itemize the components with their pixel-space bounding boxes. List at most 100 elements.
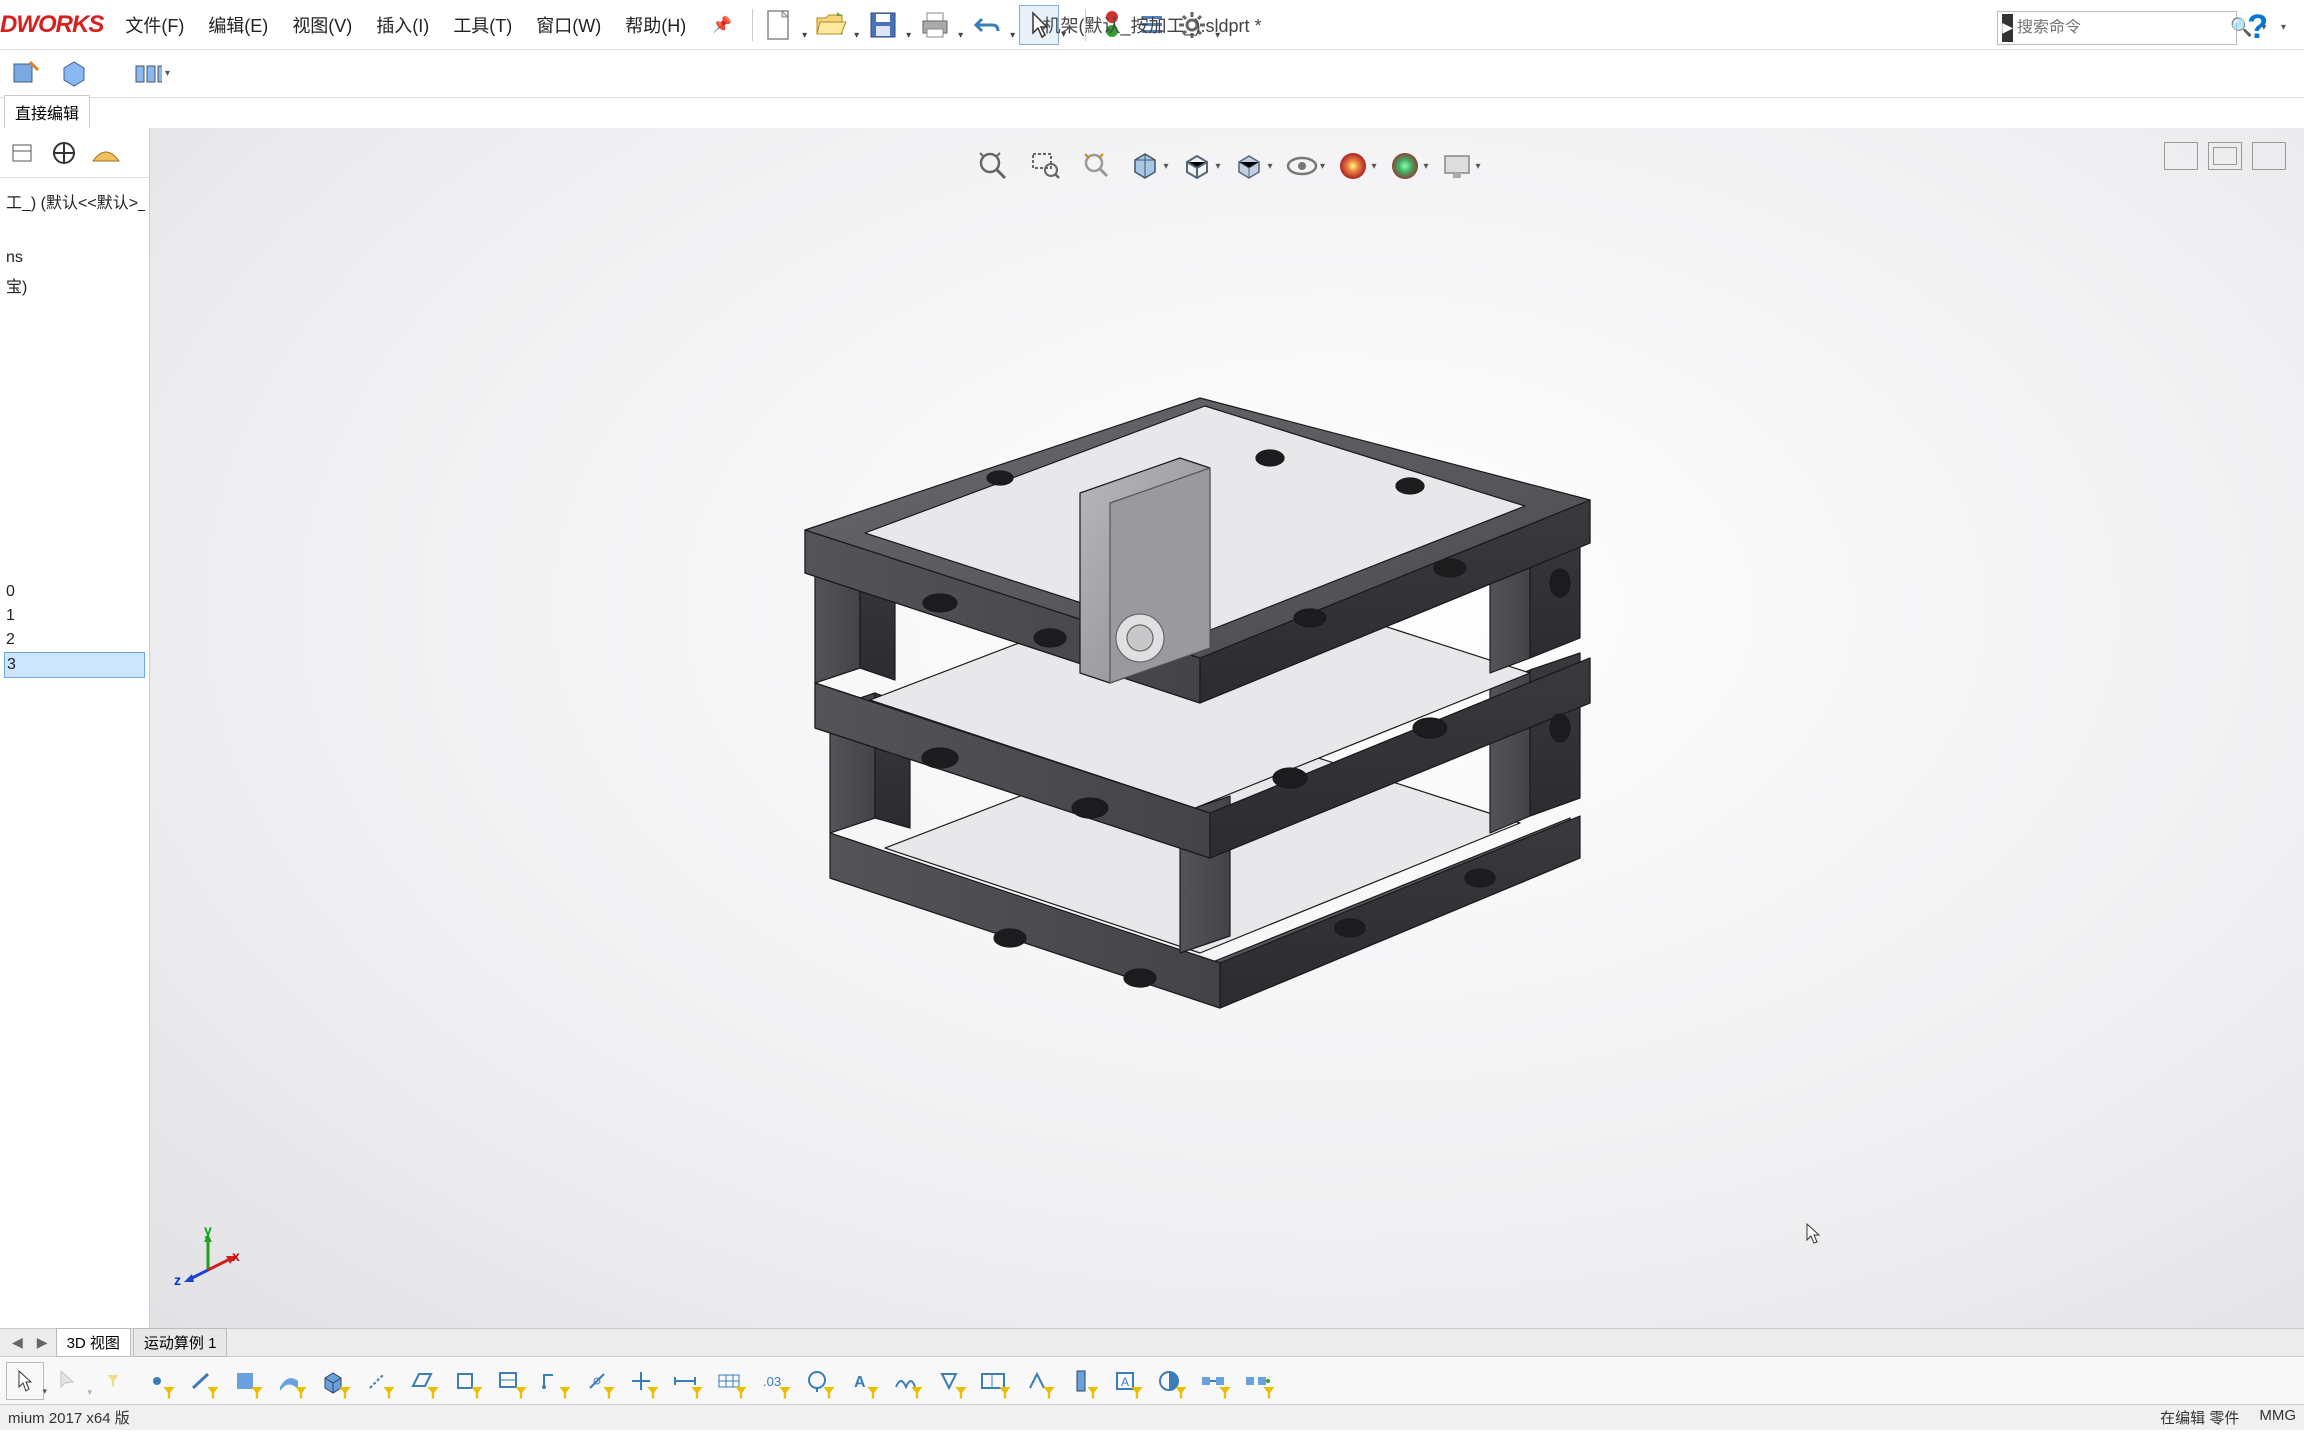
filter-halfsection-button[interactable] — [1150, 1362, 1188, 1400]
3d-model — [710, 338, 1660, 1138]
save-button[interactable] — [863, 5, 903, 45]
heads-up-toolbar — [963, 140, 1491, 192]
tree-item-selected[interactable]: 3 — [4, 652, 145, 678]
filter-axis-button[interactable] — [358, 1362, 396, 1400]
hide-show-icon[interactable] — [1285, 146, 1325, 186]
axis-y-label: y — [204, 1222, 212, 1238]
appearance-icon[interactable] — [1337, 146, 1377, 186]
status-bar: mium 2017 x64 版 在编辑 零件 MMG — [0, 1404, 2304, 1430]
svg-text:A: A — [854, 1374, 866, 1391]
menu-file[interactable]: 文件(F) — [113, 12, 196, 38]
previous-view-icon[interactable] — [1077, 146, 1117, 186]
filter-solid-button[interactable] — [314, 1362, 352, 1400]
orientation-triad[interactable]: y x z — [180, 1228, 240, 1288]
filter-centerline-button[interactable] — [578, 1362, 616, 1400]
filter-face-button[interactable] — [226, 1362, 264, 1400]
3d-viewport[interactable]: y x z — [150, 128, 2304, 1328]
filter-note-button[interactable]: .03 — [754, 1362, 792, 1400]
filter-balloon-button[interactable] — [798, 1362, 836, 1400]
menu-tools[interactable]: 工具(T) — [441, 12, 524, 38]
filter-cosmetic-button[interactable]: A — [1106, 1362, 1144, 1400]
open-document-button[interactable] — [811, 5, 851, 45]
undo-button[interactable] — [967, 5, 1007, 45]
filter-toolbar: .03 A A — [0, 1356, 2304, 1404]
scene-icon[interactable] — [1389, 146, 1429, 186]
status-edit-mode: 在编辑 零件 — [2160, 1407, 2239, 1428]
filter-midpoint-button[interactable] — [534, 1362, 572, 1400]
menu-insert[interactable]: 插入(I) — [364, 12, 441, 38]
filter-datum-button[interactable] — [930, 1362, 968, 1400]
pattern-button[interactable]: ▾ — [134, 56, 170, 92]
zoom-area-icon[interactable] — [1025, 146, 1065, 186]
filter-mate-button[interactable] — [1238, 1362, 1276, 1400]
viewport-buttons — [2164, 142, 2286, 170]
tree-display-icon[interactable] — [46, 135, 82, 171]
tab-3d-view[interactable]: 3D 视图 — [56, 1328, 131, 1357]
tree-root[interactable]: 工_) (默认<<默认>_显 — [4, 186, 145, 216]
select-cursor-button[interactable] — [6, 1362, 44, 1400]
filter-annotation-button[interactable]: A — [842, 1362, 880, 1400]
pin-icon[interactable]: 📌 — [698, 15, 746, 35]
mouse-cursor-icon — [1805, 1223, 1821, 1245]
tree-item[interactable]: ns — [4, 246, 145, 270]
menu-edit[interactable]: 编辑(E) — [196, 12, 280, 38]
section-view-icon[interactable] — [1129, 146, 1169, 186]
tree-item[interactable]: 2 — [4, 628, 145, 652]
help-button[interactable]: ? — [2243, 8, 2272, 47]
selection-filter-button[interactable] — [50, 1362, 88, 1400]
clear-filter-button[interactable] — [94, 1362, 132, 1400]
tree-filter-icon[interactable] — [4, 135, 40, 171]
filter-pattern-button[interactable] — [710, 1362, 748, 1400]
menu-bar: DWORKS 文件(F) 编辑(E) 视图(V) 插入(I) 工具(T) 窗口(… — [0, 0, 2304, 50]
filter-surface-button[interactable] — [270, 1362, 308, 1400]
tree-toolbar — [0, 128, 149, 178]
filter-sketchpoint-button[interactable] — [446, 1362, 484, 1400]
menu-help[interactable]: 帮助(H) — [613, 12, 698, 38]
axis-z-label: z — [174, 1272, 181, 1288]
menu-window[interactable]: 窗口(W) — [524, 12, 613, 38]
tab-scroll-left-icon[interactable]: ◀ — [6, 1334, 29, 1351]
search-scope-icon[interactable]: ▶ — [2002, 14, 2013, 42]
tree-appearance-icon[interactable] — [88, 135, 124, 171]
app-logo: DWORKS — [0, 11, 113, 39]
print-button[interactable] — [915, 5, 955, 45]
filter-connection-button[interactable] — [1194, 1362, 1232, 1400]
view-orientation-icon[interactable] — [1181, 146, 1221, 186]
tab-motion-study[interactable]: 运动算例 1 — [133, 1328, 228, 1357]
tab-direct-edit[interactable]: 直接编辑 — [4, 95, 90, 128]
filter-edge-button[interactable] — [182, 1362, 220, 1400]
move-face-button[interactable] — [6, 56, 42, 92]
search-input[interactable] — [2017, 19, 2224, 37]
separator — [752, 9, 753, 41]
search-area: ▶ 🔍▾ ?▾ — [1997, 8, 2286, 47]
search-box[interactable]: ▶ 🔍▾ — [1997, 11, 2237, 45]
tree-item[interactable]: 1 — [4, 604, 145, 628]
tab-scroll-right-icon[interactable]: ▶ — [31, 1334, 54, 1351]
filter-plane-button[interactable] — [402, 1362, 440, 1400]
filter-dimension-button[interactable] — [666, 1362, 704, 1400]
menu-view[interactable]: 视图(V) — [280, 12, 364, 38]
axis-x-label: x — [232, 1248, 240, 1264]
delete-face-button[interactable] — [56, 56, 92, 92]
command-manager: ▾ — [0, 50, 2304, 98]
status-units[interactable]: MMG — [2259, 1407, 2296, 1428]
display-style-icon[interactable] — [1233, 146, 1273, 186]
filter-centermark-button[interactable] — [622, 1362, 660, 1400]
filter-sketch-button[interactable] — [490, 1362, 528, 1400]
filter-vertex-button[interactable] — [138, 1362, 176, 1400]
zoom-fit-icon[interactable] — [973, 146, 1013, 186]
filter-sfsymbol-button[interactable] — [1018, 1362, 1056, 1400]
new-document-button[interactable] — [759, 5, 799, 45]
filter-dowel-button[interactable] — [1062, 1362, 1100, 1400]
filter-weld-button[interactable] — [886, 1362, 924, 1400]
tree-item[interactable]: 宝) — [4, 270, 145, 300]
document-title: 机架(默认_按加工_).sldprt * — [1042, 12, 1261, 38]
document-tabs: ◀ ▶ 3D 视图 运动算例 1 — [0, 1328, 2304, 1356]
filter-gtol-button[interactable] — [974, 1362, 1012, 1400]
viewport-link-icon[interactable] — [2208, 142, 2242, 170]
render-settings-icon[interactable] — [1441, 146, 1481, 186]
viewport-single-icon[interactable] — [2164, 142, 2198, 170]
tree-item[interactable]: 0 — [4, 580, 145, 604]
viewport-max-icon[interactable] — [2252, 142, 2286, 170]
feature-tree[interactable]: 工_) (默认<<默认>_显 ns 宝) 0 1 2 3 — [0, 178, 149, 686]
